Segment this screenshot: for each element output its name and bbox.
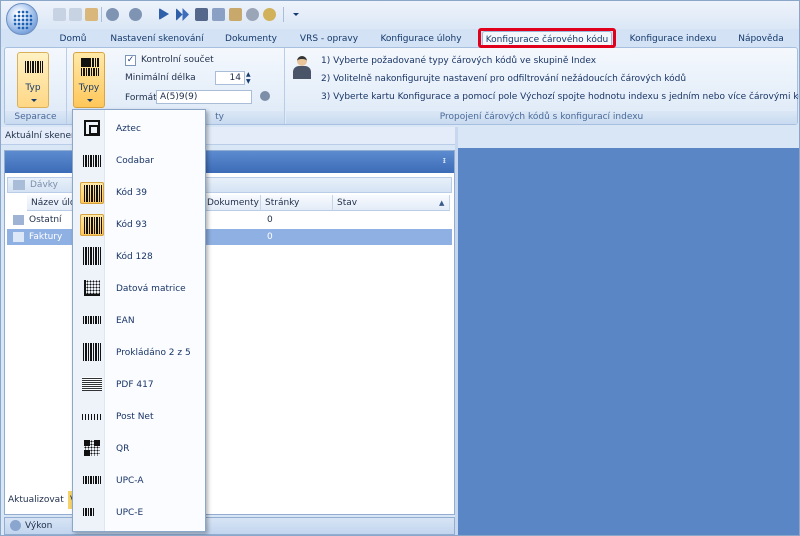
menu-item-datova-matrice[interactable]: Datová matrice bbox=[75, 274, 203, 304]
minimalni-delka-label: Minimální délka bbox=[125, 73, 196, 83]
tab-napoveda[interactable]: Nápověda bbox=[733, 31, 789, 47]
row-name: Ostatní bbox=[29, 215, 62, 225]
column-header-stranky[interactable]: Stránky bbox=[261, 195, 333, 211]
menu-item-kod-128[interactable]: Kód 128 bbox=[75, 242, 203, 272]
minimalni-delka-field[interactable]: 14 bbox=[215, 71, 245, 85]
barcode-icon bbox=[80, 310, 104, 332]
ribbon-tabs: Domů Nastavení skenování Dokumenty VRS -… bbox=[1, 29, 799, 47]
stop-icon[interactable] bbox=[195, 8, 208, 21]
column-header-dokumenty[interactable]: Dokumenty bbox=[203, 195, 261, 211]
barcode-types-icon bbox=[80, 57, 100, 77]
format-label: Formát bbox=[125, 93, 157, 103]
paste-icon[interactable] bbox=[85, 8, 98, 21]
barcode-icon bbox=[80, 502, 104, 524]
app-window: Domů Nastavení skenování Dokumenty VRS -… bbox=[0, 0, 800, 536]
menu-item-aztec[interactable]: Aztec bbox=[75, 114, 203, 144]
group-separace: Typ Separace bbox=[5, 48, 67, 124]
kontrolni-soucet-checkbox[interactable]: ✓ bbox=[125, 55, 136, 66]
pane-title: Aktuální skener bbox=[1, 127, 457, 145]
batch-icon bbox=[13, 215, 24, 225]
fast-forward-icon[interactable] bbox=[176, 8, 189, 21]
aztec-icon bbox=[80, 118, 104, 140]
qr-icon bbox=[80, 438, 104, 460]
menu-item-post-net[interactable]: Post Net bbox=[75, 402, 203, 432]
barcode-types-menu: Aztec Codabar Kód 39 Kód 93 Kód 128 Dato… bbox=[72, 109, 206, 532]
barcode-icon bbox=[80, 246, 104, 268]
barcode-icon bbox=[80, 182, 104, 204]
menu-item-ean[interactable]: EAN bbox=[75, 306, 203, 336]
document-icon[interactable] bbox=[212, 8, 225, 21]
postnet-icon bbox=[80, 406, 104, 428]
kontrolni-soucet-label: Kontrolní součet bbox=[141, 55, 214, 65]
tab-vrs-opravy[interactable]: VRS - opravy bbox=[294, 31, 364, 47]
batch-icon bbox=[13, 232, 24, 242]
group-label-separace: Separace bbox=[5, 111, 66, 124]
datamatrix-icon bbox=[80, 278, 104, 300]
vykon-label: Výkon bbox=[25, 521, 53, 531]
typy-button[interactable]: Typy bbox=[73, 52, 105, 108]
spinner-arrows-icon[interactable]: ▲ ▼ bbox=[246, 71, 254, 85]
row-name: Faktury bbox=[29, 232, 63, 242]
quick-access-toolbar bbox=[1, 1, 799, 29]
group-label-propojeni: Propojení čárových kódů s konfigurací in… bbox=[286, 111, 797, 124]
workspace-area bbox=[458, 148, 799, 535]
active-tab-highlight bbox=[478, 28, 616, 48]
typ-button[interactable]: Typ bbox=[17, 52, 49, 108]
instruction-3: 3) Vyberte kartu Konfigurace a pomocí po… bbox=[321, 92, 800, 102]
instruction-2: 2) Volitelně nakonfigurujte nastavení pr… bbox=[321, 74, 687, 84]
chevron-up-icon bbox=[10, 520, 21, 531]
format-options-icon[interactable] bbox=[260, 91, 270, 101]
instruction-1: 1) Vyberte požadované typy čárových kódů… bbox=[321, 56, 597, 66]
chevron-down-icon bbox=[87, 99, 93, 102]
toolbar-separator bbox=[101, 7, 102, 22]
copy-icon[interactable] bbox=[69, 8, 82, 21]
column-header-stav[interactable]: Stav bbox=[333, 195, 450, 211]
group-propojeni: 1) Vyberte požadované typy čárových kódů… bbox=[286, 48, 800, 124]
menu-item-codabar[interactable]: Codabar bbox=[75, 146, 203, 176]
menu-item-kod-93[interactable]: Kód 93 bbox=[75, 210, 203, 240]
cut-icon[interactable] bbox=[53, 8, 66, 21]
row-pages: 0 bbox=[267, 232, 273, 242]
batches-icon bbox=[13, 180, 25, 190]
menu-item-pdf-417[interactable]: PDF 417 bbox=[75, 370, 203, 400]
user-icon bbox=[292, 56, 312, 80]
application-menu-button[interactable] bbox=[6, 3, 38, 35]
redo-icon[interactable] bbox=[129, 8, 142, 21]
image-icon[interactable] bbox=[229, 8, 242, 21]
menu-item-kod-39[interactable]: Kód 39 bbox=[75, 178, 203, 208]
scan-icon[interactable] bbox=[263, 8, 276, 21]
menu-item-qr[interactable]: QR bbox=[75, 434, 203, 464]
tab-domu[interactable]: Domů bbox=[53, 31, 93, 47]
pin-icon[interactable]: ᵻ bbox=[443, 156, 446, 166]
menu-item-upc-a[interactable]: UPC-A bbox=[75, 466, 203, 496]
menu-item-prokladano-2-z-5[interactable]: Prokládáno 2 z 5 bbox=[75, 338, 203, 368]
logo-icon bbox=[13, 10, 33, 30]
tab-konfigurace-ulohy[interactable]: Konfigurace úlohy bbox=[373, 31, 469, 47]
format-field[interactable]: A(5)9(9) bbox=[156, 90, 252, 104]
barcode-icon bbox=[80, 150, 104, 172]
menu-item-upc-e[interactable]: UPC-E bbox=[75, 498, 203, 528]
tab-nastaveni-skenovani[interactable]: Nastavení skenování bbox=[105, 31, 209, 47]
barcode-icon bbox=[24, 57, 44, 77]
tab-aktualizovat[interactable]: Aktualizovat bbox=[8, 491, 64, 509]
barcode-icon bbox=[80, 470, 104, 492]
tab-konfigurace-indexu[interactable]: Konfigurace indexu bbox=[625, 31, 721, 47]
undo-icon[interactable] bbox=[106, 8, 119, 21]
barcode-icon bbox=[80, 214, 104, 236]
play-icon[interactable] bbox=[159, 8, 169, 20]
customize-icon[interactable] bbox=[293, 13, 299, 17]
settings-icon[interactable] bbox=[246, 8, 259, 21]
pdf417-icon bbox=[80, 374, 104, 396]
barcode-icon bbox=[80, 342, 104, 364]
toolbar-separator bbox=[283, 7, 284, 22]
batches-label[interactable]: Dávky bbox=[30, 180, 58, 190]
tab-dokumenty[interactable]: Dokumenty bbox=[219, 31, 283, 47]
row-pages: 0 bbox=[267, 215, 273, 225]
sort-arrow-icon: ▲ bbox=[439, 199, 445, 207]
chevron-down-icon bbox=[31, 99, 37, 102]
